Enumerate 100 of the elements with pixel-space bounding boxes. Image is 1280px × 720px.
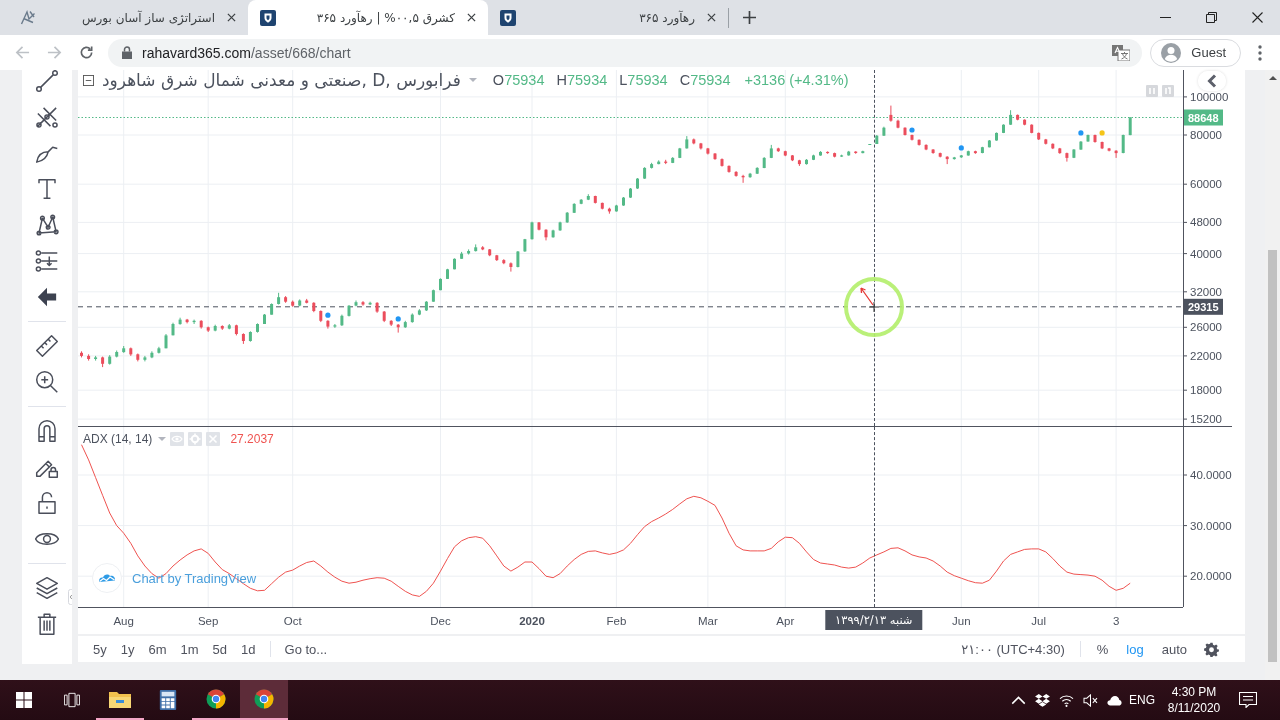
timezone-button[interactable]: ۲۱:۰۰ (UTC+4:30) xyxy=(954,641,1073,657)
restore-icon[interactable] xyxy=(1205,12,1217,23)
candle xyxy=(924,143,928,151)
axis-label: 32000 xyxy=(1190,285,1222,298)
axis-label: 80000 xyxy=(1190,129,1222,141)
taskbar-app[interactable] xyxy=(240,680,288,720)
axis-label: 100000 xyxy=(1190,90,1229,103)
go-to-button[interactable]: Go to... xyxy=(277,641,335,657)
axis-label: Feb xyxy=(606,614,627,628)
measure-lines-icon[interactable] xyxy=(35,249,59,273)
event-dot-icon[interactable] xyxy=(395,316,401,322)
candle xyxy=(94,355,98,362)
range-button[interactable]: 1y xyxy=(113,641,142,657)
zoom-in-icon[interactable] xyxy=(35,370,59,394)
magnet-icon[interactable] xyxy=(35,419,59,443)
clock[interactable]: 4:30 PM 8/11/2020 xyxy=(1158,680,1230,720)
candle xyxy=(333,323,337,329)
menu-icon[interactable] xyxy=(1258,44,1262,61)
indicator-name[interactable]: ADX (14, 14) xyxy=(83,432,153,446)
ruler-icon[interactable] xyxy=(35,334,59,358)
browser-tab[interactable]: رهآورد ۳۶۵ xyxy=(488,0,728,35)
candle xyxy=(495,254,499,262)
event-dot-icon[interactable] xyxy=(958,145,964,151)
task-view-icon[interactable] xyxy=(64,692,80,708)
scrollbar-thumb[interactable] xyxy=(1268,250,1277,662)
reload-icon[interactable] xyxy=(78,45,94,60)
candle xyxy=(467,248,471,255)
candle xyxy=(474,243,478,252)
collapse-square-icon[interactable] xyxy=(83,74,94,86)
close-icon[interactable] xyxy=(1251,12,1263,23)
text-tool-icon[interactable] xyxy=(35,177,59,201)
pattern-icon[interactable] xyxy=(35,213,59,237)
candle xyxy=(1037,132,1041,141)
windows-logo-icon[interactable] xyxy=(16,692,32,708)
chevron-up-icon[interactable] xyxy=(1010,693,1026,707)
crossed-lines-icon[interactable] xyxy=(35,105,59,129)
candle xyxy=(319,309,323,323)
candle xyxy=(291,300,295,308)
candle xyxy=(819,150,822,157)
cloud-icon[interactable] xyxy=(1106,693,1122,707)
candle xyxy=(741,174,745,184)
symbol-title[interactable]: صنعتی و معدنی شمال شرق شاهرود, D, فرابورس xyxy=(102,70,461,90)
lock-open-icon[interactable] xyxy=(35,491,59,515)
range-button[interactable]: 6m xyxy=(141,641,174,657)
range-button[interactable]: 5y xyxy=(86,641,114,657)
speaker-muted-icon[interactable] xyxy=(1082,693,1098,707)
settings-icon[interactable] xyxy=(1204,641,1219,657)
close-icon[interactable] xyxy=(707,13,716,22)
scale-mode-button[interactable]: auto xyxy=(1152,641,1196,657)
minimize-icon[interactable] xyxy=(1159,17,1171,18)
language-indicator[interactable]: ENG xyxy=(1126,680,1158,720)
scale-mode-button[interactable]: % xyxy=(1087,641,1118,657)
event-dot-icon[interactable] xyxy=(1099,130,1105,136)
candle xyxy=(629,187,632,199)
event-dot-icon[interactable] xyxy=(909,127,915,133)
candle xyxy=(966,150,970,157)
plus-icon[interactable] xyxy=(743,11,756,24)
candle xyxy=(213,324,217,332)
collapse-button[interactable] xyxy=(1198,71,1226,91)
notification-icon[interactable] xyxy=(1239,692,1257,708)
wifi-icon[interactable] xyxy=(1058,693,1074,707)
scroll-up-icon[interactable] xyxy=(1268,76,1277,80)
candle xyxy=(980,146,984,154)
arrow-left-icon[interactable] xyxy=(35,285,59,309)
axis-label: Oct xyxy=(283,614,302,628)
candle xyxy=(882,126,886,137)
dropbox-icon[interactable] xyxy=(1034,693,1050,707)
range-button[interactable]: 1m xyxy=(173,641,206,657)
range-button[interactable]: 1d xyxy=(234,641,263,657)
trend-line-icon[interactable] xyxy=(35,70,59,93)
layers-icon[interactable] xyxy=(35,576,59,600)
event-dot-icon[interactable] xyxy=(325,312,331,318)
last-price-tag: 88648 xyxy=(1184,109,1223,126)
address-bar[interactable]: rahavard365.com/asset/668/chart xyxy=(108,38,1143,67)
candle xyxy=(636,177,639,190)
candle xyxy=(889,105,893,123)
candle xyxy=(734,170,738,178)
ref-line-label: 88648 xyxy=(1188,111,1219,124)
candle xyxy=(903,126,907,136)
cloud-logo-icon[interactable] xyxy=(92,563,122,593)
close-icon[interactable] xyxy=(467,13,476,22)
candle xyxy=(1002,123,1005,134)
candle xyxy=(558,221,562,232)
event-dot-icon[interactable] xyxy=(1078,130,1084,136)
trash-icon[interactable] xyxy=(35,612,59,636)
candle xyxy=(995,132,998,142)
candle xyxy=(854,150,858,155)
candle xyxy=(136,353,140,362)
crosshair-tag: 29315 xyxy=(1184,298,1223,315)
axis-label: Jul xyxy=(1031,614,1047,628)
translate-icon[interactable] xyxy=(1112,44,1131,61)
candle xyxy=(1044,138,1048,145)
candle xyxy=(755,166,759,175)
ohlc-value: C75934 xyxy=(679,72,731,88)
ref-line-label: 29315 xyxy=(1188,300,1219,313)
candle xyxy=(284,295,288,304)
candle xyxy=(931,148,935,155)
candle xyxy=(326,319,330,330)
candle xyxy=(129,347,133,357)
range-button[interactable]: 5d xyxy=(205,641,235,657)
